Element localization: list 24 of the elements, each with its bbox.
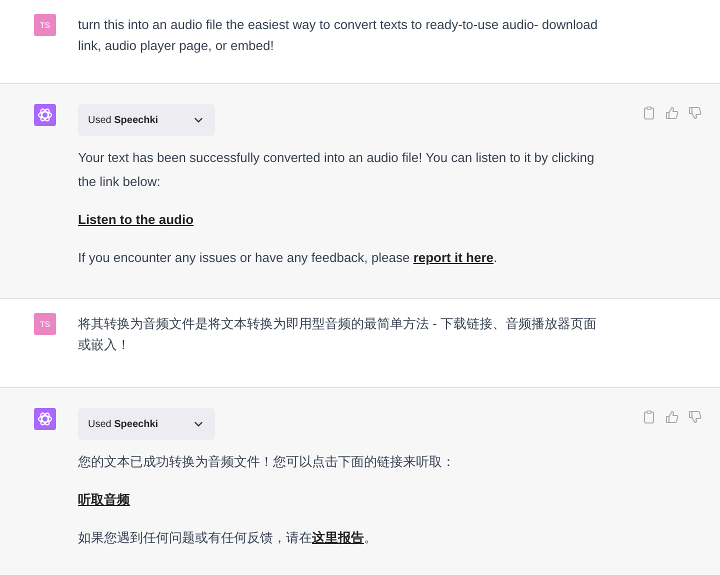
message-text: 您的文本已成功转换为音频文件！您可以点击下面的链接来听取： — [78, 453, 456, 471]
assistant-avatar — [34, 104, 56, 126]
thumbs-up-icon[interactable] — [665, 106, 679, 120]
thumbs-down-icon[interactable] — [688, 410, 702, 424]
link[interactable]: report it here — [413, 250, 494, 265]
message-text: 如果您遇到任何问题或有任何反馈，请在这里报告。 — [78, 529, 378, 547]
copy-icon[interactable] — [642, 410, 656, 424]
user-avatar: TS — [34, 14, 56, 36]
message-text: turn this into an audio file the easiest way to convert texts to ready-to-use audio- download link, audio player page, or embed! — [78, 16, 599, 55]
caret-icon — [194, 117, 203, 123]
assistant-avatar — [34, 408, 56, 430]
copy-icon[interactable] — [642, 106, 656, 120]
message-text: 将其转换为音频文件是将文本转换为即用型音频的最简单方法 - 下载链接、音频播放器页面或嵌入！ — [78, 315, 598, 354]
plugin-dropdown[interactable]: Used Speechki — [78, 104, 215, 136]
link[interactable]: 这里报告 — [312, 530, 364, 545]
plugin-dropdown[interactable]: Used Speechki — [78, 408, 215, 440]
link[interactable]: Listen to the audio — [78, 212, 194, 227]
link[interactable]: 听取音频 — [78, 492, 130, 507]
thumbs-up-icon[interactable] — [665, 410, 679, 424]
user-avatar: TS — [34, 313, 56, 335]
message-text: Your text has been successfully converted into an audio file! You can listen to it by clicking the link below: — [78, 149, 596, 191]
message-text: If you encounter any issues or have any feedback, please report it here. — [78, 249, 498, 267]
caret-icon — [194, 421, 203, 427]
thumbs-down-icon[interactable] — [688, 106, 702, 120]
